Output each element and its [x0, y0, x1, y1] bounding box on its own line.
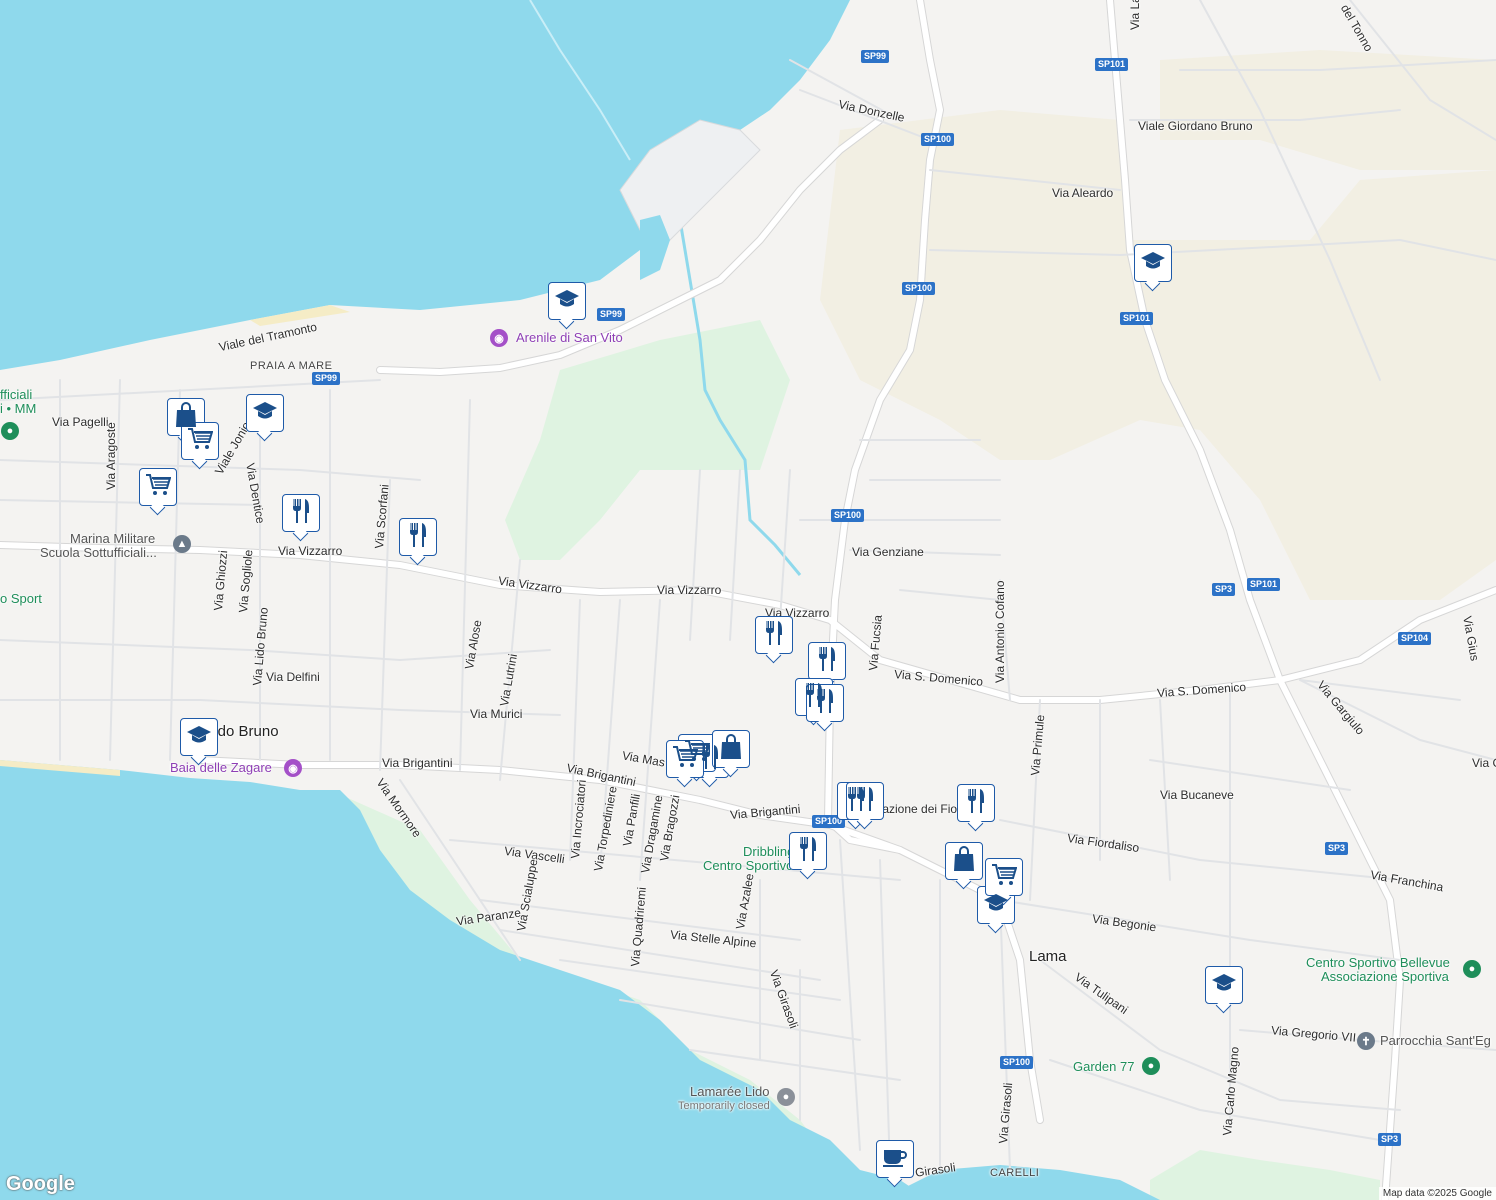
street-label: Via Antonio Cofano — [993, 580, 1007, 683]
poi-label[interactable]: Centro Sportivo Bellevue — [1306, 956, 1450, 970]
shopping-bag-icon — [953, 845, 975, 877]
park-icon[interactable]: ● — [1463, 960, 1481, 978]
street-label: Via Genziane — [852, 545, 924, 559]
street-label: Via Vizzarro — [278, 544, 343, 558]
restaurant-icon — [965, 788, 987, 819]
poi-label[interactable]: Scuola Sottufficiali... — [40, 546, 157, 560]
shopping-cart-icon — [145, 473, 172, 502]
poi-label[interactable]: Lamarée Lido — [690, 1085, 770, 1099]
poi-label[interactable]: Baia delle Zagare — [170, 761, 272, 775]
road-shield-sp3: SP3 — [1212, 583, 1236, 596]
google-logo: Google — [6, 1173, 75, 1195]
restaurant-icon — [814, 688, 836, 719]
camera-icon[interactable]: ◉ — [490, 329, 508, 347]
poi-status: Temporarily closed — [678, 1100, 770, 1112]
shopping-cart-icon — [672, 745, 699, 774]
road-shield-sp100: SP100 — [921, 133, 955, 146]
street-label: Via G — [1472, 756, 1496, 770]
road-shield-sp100: SP100 — [1000, 1056, 1034, 1069]
road-shield-sp101: SP101 — [1247, 578, 1281, 591]
poi-label[interactable]: Parrocchia Sant'Eg — [1380, 1034, 1491, 1048]
restaurant-icon — [854, 786, 876, 817]
school-icon — [186, 724, 212, 751]
school-marker[interactable] — [1205, 966, 1243, 1004]
restaurant-icon — [816, 646, 838, 677]
school-marker[interactable] — [246, 394, 284, 432]
park-icon[interactable]: ● — [1, 422, 19, 440]
restaurant-icon — [763, 620, 785, 651]
road-shield-sp3: SP3 — [1378, 1133, 1402, 1146]
school-icon[interactable]: ▲ — [173, 535, 191, 553]
road-shield-sp100: SP100 — [902, 282, 936, 295]
road-shield-sp101: SP101 — [1095, 58, 1129, 71]
school-marker[interactable] — [548, 282, 586, 320]
place-label: PRAIA A MARE — [250, 360, 333, 372]
church-icon[interactable]: ✝ — [1357, 1032, 1375, 1050]
poi-label[interactable]: Centro Sportivo — [703, 859, 793, 873]
street-label: Via Delfini — [266, 670, 320, 684]
street-label: Via Pagelli — [52, 415, 109, 429]
restaurant-marker[interactable] — [808, 642, 846, 680]
street-label: Via Lago di L — [1128, 0, 1142, 30]
park-icon[interactable]: ● — [1142, 1057, 1160, 1075]
place-label: CARELLI — [990, 1167, 1040, 1179]
road-shield-sp99: SP99 — [597, 308, 626, 321]
school-marker[interactable] — [180, 718, 218, 756]
street-label: Via Aleardo — [1052, 186, 1114, 200]
coffee-marker[interactable] — [876, 1140, 914, 1178]
poi-label[interactable]: fficiali — [0, 388, 32, 402]
road-shield-sp99: SP99 — [861, 50, 890, 63]
road-shield-sp101: SP101 — [1120, 312, 1154, 325]
restaurant-icon — [407, 522, 429, 553]
restaurant-marker[interactable] — [755, 616, 793, 654]
street-label: Via Brigantini — [382, 756, 453, 770]
camera-icon[interactable]: ◉ — [284, 759, 302, 777]
poi-label[interactable]: Dribbling — [743, 845, 794, 859]
street-label: Via Murici — [470, 707, 523, 721]
place-label: Lama — [1029, 948, 1067, 965]
school-icon — [1211, 972, 1237, 999]
road-shield-sp104: SP104 — [1398, 632, 1432, 645]
street-label: llazione dei Fio — [877, 802, 958, 816]
street-label: Viale Giordano Bruno — [1138, 119, 1253, 133]
map-canvas[interactable]: SP99 SP99 SP99 SP100 SP100 SP100 SP100 S… — [0, 0, 1496, 1200]
street-label: Via Vizzarro — [657, 583, 722, 597]
shopping-cart-icon — [991, 863, 1018, 892]
school-icon — [983, 892, 1009, 919]
street-label: Via Aragoste — [104, 422, 118, 490]
road-shield-sp99: SP99 — [312, 372, 341, 385]
poi-label[interactable]: Garden 77 — [1073, 1060, 1134, 1074]
road-shield-sp3: SP3 — [1325, 842, 1349, 855]
shopping-cart-marker[interactable] — [985, 858, 1023, 896]
poi-label[interactable]: o Sport — [0, 592, 42, 606]
restaurant-marker[interactable] — [789, 832, 827, 870]
restaurant-marker[interactable] — [399, 518, 437, 556]
street-label: Via Bucaneve — [1160, 788, 1234, 802]
poi-label[interactable]: Marina Militare — [70, 532, 155, 546]
shopping-bag-marker[interactable] — [945, 842, 983, 880]
shopping-cart-marker[interactable] — [181, 422, 219, 460]
poi-label[interactable]: i • MM — [0, 402, 36, 416]
shopping-cart-icon — [187, 427, 214, 456]
shopping-cart-marker[interactable] — [139, 468, 177, 506]
school-icon — [554, 288, 580, 315]
poi-label[interactable]: Arenile di San Vito — [516, 331, 623, 345]
coffee-icon — [882, 1146, 908, 1173]
school-marker[interactable] — [1134, 244, 1172, 282]
map-attribution[interactable]: Map data ©2025 Google — [1378, 1187, 1496, 1200]
restaurant-marker[interactable] — [957, 784, 995, 822]
shopping-bag-icon — [720, 733, 742, 765]
poi-label[interactable]: Associazione Sportiva — [1321, 970, 1449, 984]
school-icon — [1140, 250, 1166, 277]
restaurant-icon — [290, 498, 312, 529]
restaurant-marker[interactable] — [282, 494, 320, 532]
school-icon — [252, 400, 278, 427]
road-shield-sp100: SP100 — [831, 509, 865, 522]
beach-icon[interactable]: ● — [777, 1088, 795, 1106]
restaurant-icon — [797, 836, 819, 867]
